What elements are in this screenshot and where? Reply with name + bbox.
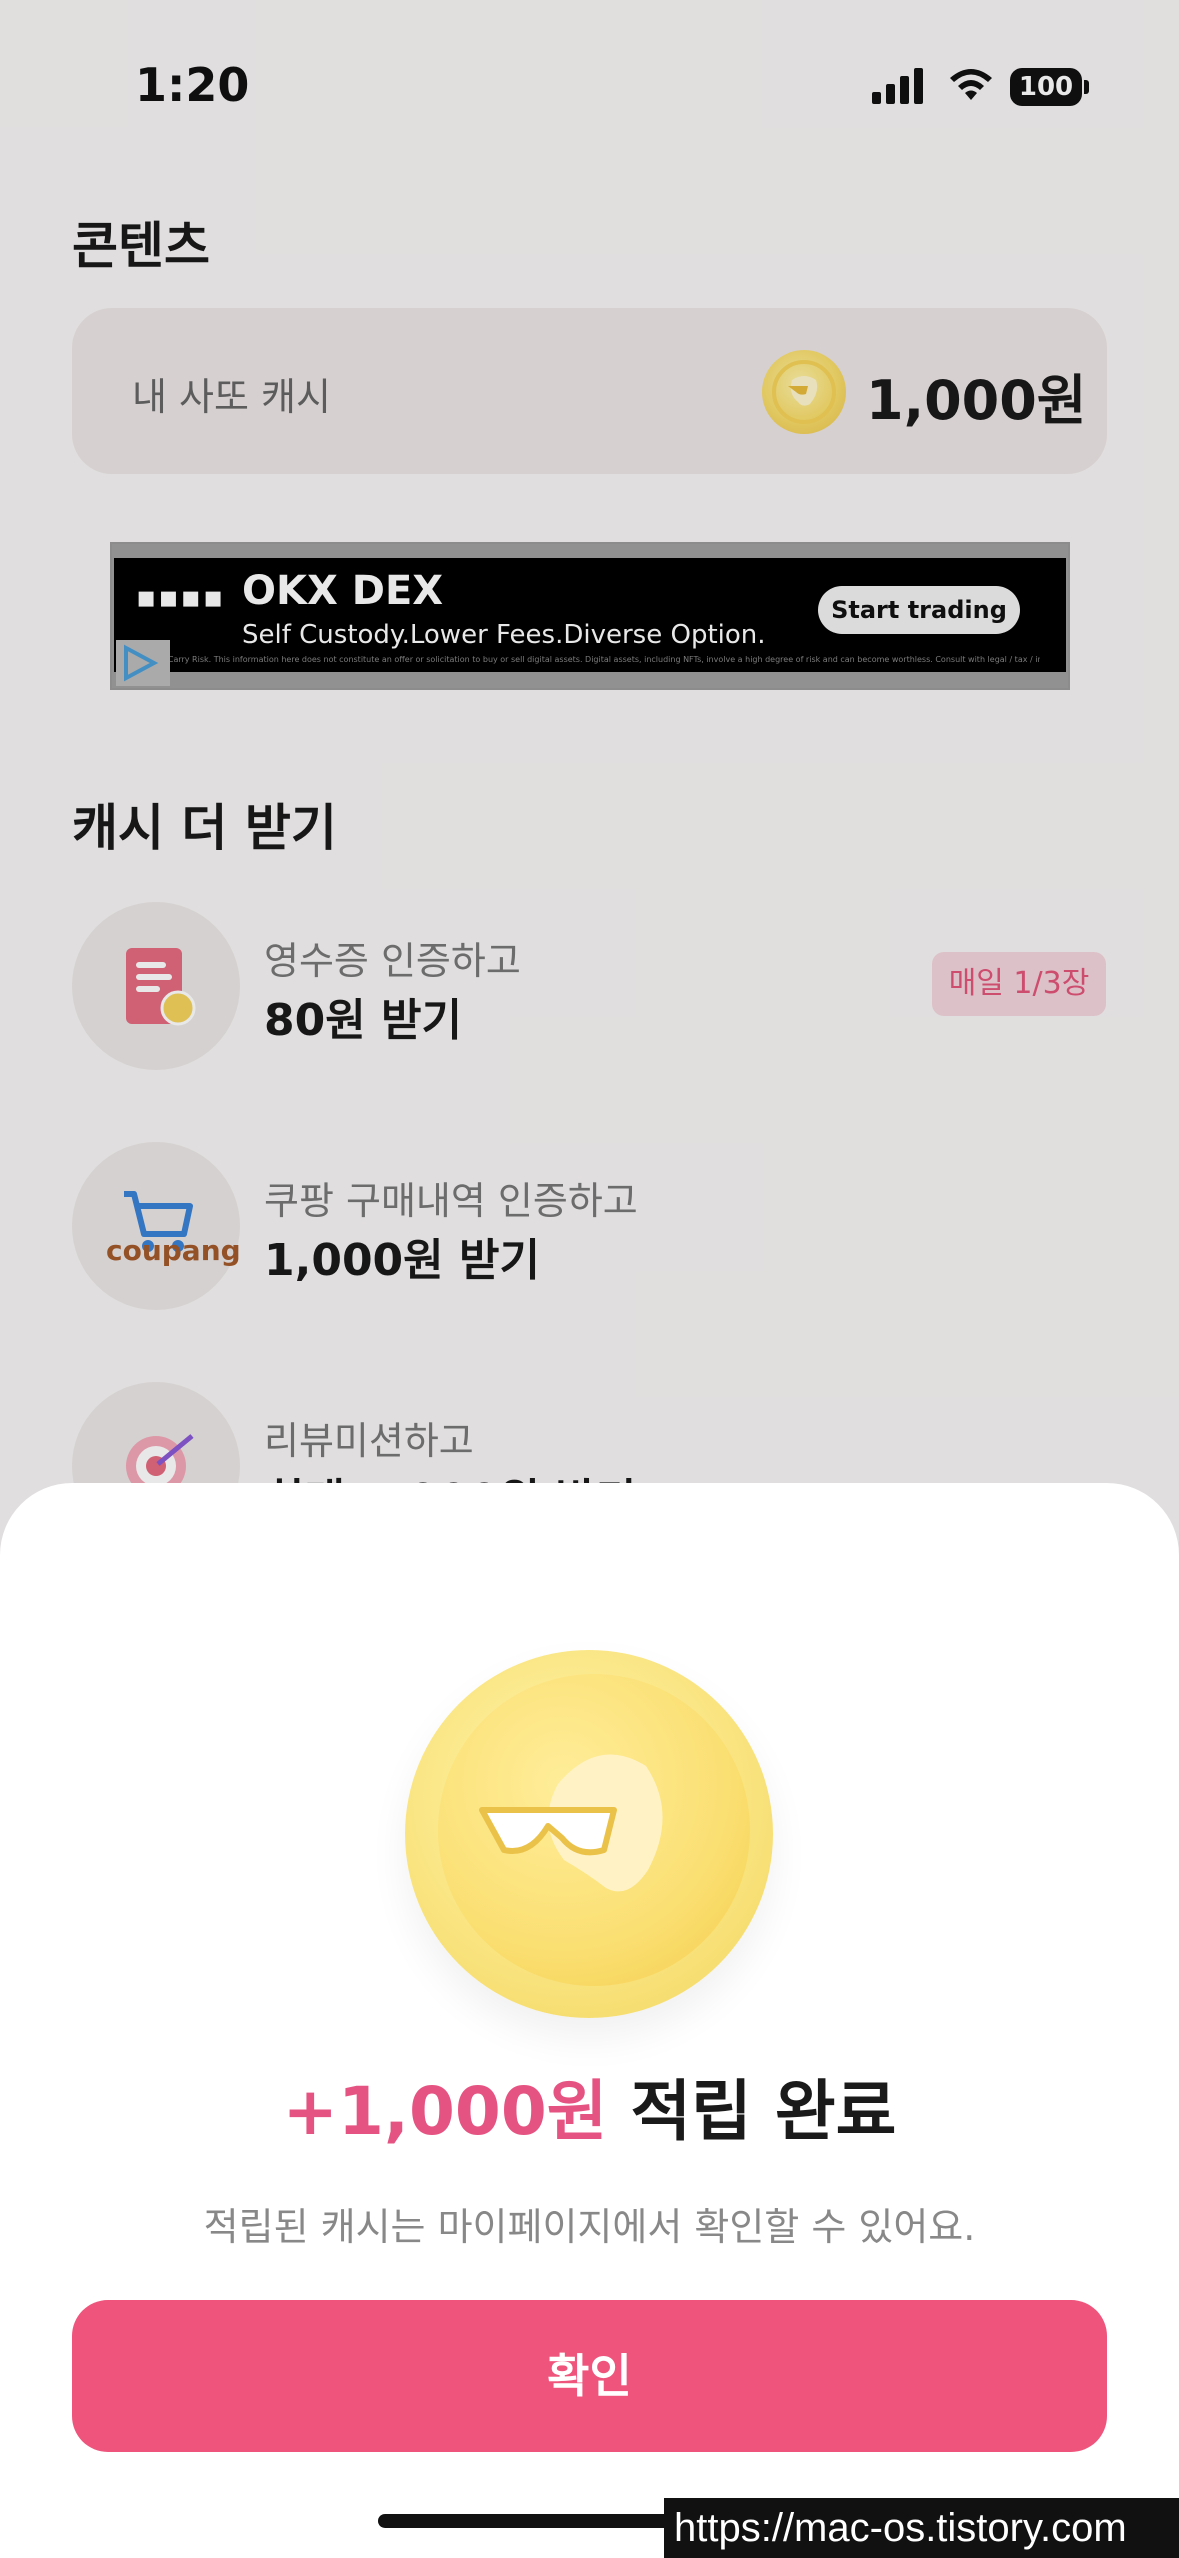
reward-description: 적립된 캐시는 마이페이지에서 확인할 수 있어요.	[203, 2205, 976, 2249]
reward-result-title: +1,000원 적립 완료	[0, 2058, 1179, 2154]
confirm-button[interactable]: 확인	[72, 2300, 1107, 2452]
reward-complete-text: 적립 완료	[630, 2073, 897, 2150]
reward-amount: +1,000원	[282, 2073, 608, 2150]
reward-coin-face	[438, 1674, 750, 1986]
watermark-url: https://mac-os.tistory.com	[664, 2498, 1179, 2558]
